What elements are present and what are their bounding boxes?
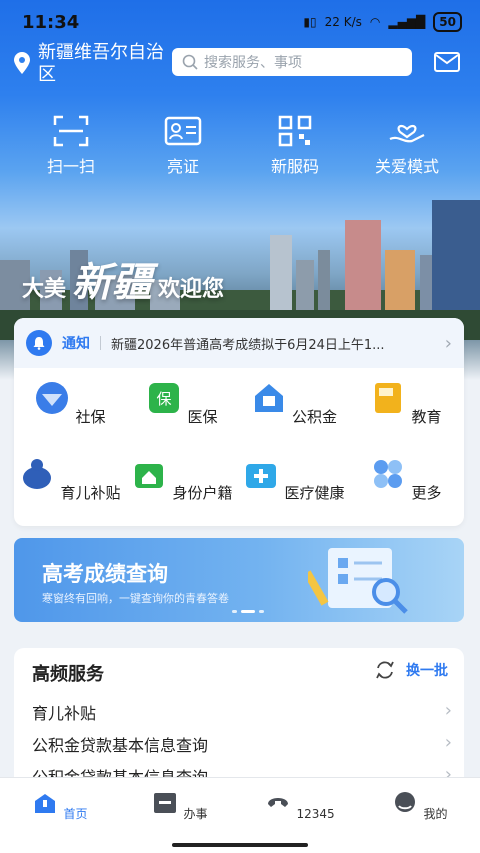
tab-profile[interactable]: 我的 bbox=[360, 778, 480, 853]
id-card-icon bbox=[164, 116, 202, 146]
quick-action-scan[interactable]: 扫一扫 bbox=[15, 115, 127, 177]
battery-icon: 50 bbox=[433, 12, 462, 32]
pagination-dot bbox=[232, 610, 237, 613]
tab-label: 首页 bbox=[63, 807, 88, 821]
quick-action-label: 新服码 bbox=[270, 157, 319, 176]
tab-hotline[interactable]: 12345 bbox=[240, 778, 360, 853]
refresh-label: 换一批 bbox=[406, 663, 448, 679]
tab-label: 12345 bbox=[296, 807, 335, 821]
service-medical-health[interactable]: 医疗健康 bbox=[238, 454, 350, 530]
medical-insurance-icon: 保 bbox=[149, 383, 180, 413]
section-title: 高频服务 bbox=[32, 664, 104, 685]
banner-pagination bbox=[232, 610, 264, 613]
household-registration-icon bbox=[135, 464, 164, 488]
pagination-dot-active bbox=[241, 610, 255, 613]
bottom-tab-bar: 首页 办事 12345 我的 bbox=[0, 777, 480, 853]
service-label: 公积金 bbox=[292, 408, 338, 426]
service-label: 社保 bbox=[75, 408, 106, 426]
quick-action-label: 扫一扫 bbox=[46, 157, 95, 176]
service-education[interactable]: 教育 bbox=[350, 378, 462, 454]
refresh-button[interactable]: 换一批 bbox=[374, 660, 448, 680]
banner-title: 高考成绩查询 bbox=[42, 562, 168, 586]
service-household-registration[interactable]: 身份户籍 bbox=[126, 454, 238, 530]
quick-action-label: 关爱模式 bbox=[374, 157, 439, 176]
chevron-right-icon: › bbox=[444, 732, 452, 753]
service-more[interactable]: 更多 bbox=[350, 454, 462, 530]
list-item[interactable]: 公积金贷款基本信息查询 › bbox=[32, 732, 452, 756]
service-label: 身份户籍 bbox=[172, 484, 233, 502]
quick-actions: 扫一扫 亮证 新服码 关爱模式 bbox=[0, 115, 480, 177]
service-label: 更多 bbox=[411, 484, 442, 502]
signal-icon: ▂▄▆█ bbox=[388, 15, 426, 29]
quick-action-label: 亮证 bbox=[166, 157, 199, 176]
services-card: 通知 新疆2026年普通高考成绩拟于6月24日上午1... › 社保 保 医保 … bbox=[14, 318, 464, 526]
pagination-dot bbox=[259, 610, 264, 613]
quick-action-care-mode[interactable]: 关爱模式 bbox=[351, 115, 463, 177]
list-item-label: 育儿补贴 bbox=[32, 704, 97, 723]
list-item[interactable]: 育儿补贴 › bbox=[32, 700, 452, 724]
search-placeholder: 搜索服务、事项 bbox=[204, 55, 302, 71]
status-icons: ▮▯ 22 K/s ◠ ▂▄▆█ 50 bbox=[303, 12, 462, 32]
welcome-right: 欢迎您 bbox=[158, 277, 225, 302]
service-label: 医保 bbox=[187, 408, 218, 426]
education-icon bbox=[375, 383, 402, 413]
social-security-icon bbox=[36, 382, 69, 414]
tab-tasks[interactable]: 办事 bbox=[120, 778, 240, 853]
search-icon bbox=[182, 54, 198, 70]
childcare-subsidy-icon bbox=[23, 459, 52, 489]
qr-code-icon bbox=[278, 115, 312, 147]
welcome-left: 大美 bbox=[22, 277, 67, 302]
chevron-right-icon: › bbox=[444, 700, 452, 721]
tab-home[interactable]: 首页 bbox=[0, 778, 120, 853]
service-label: 教育 bbox=[411, 408, 442, 426]
tab-label: 我的 bbox=[423, 807, 448, 821]
scan-icon bbox=[53, 115, 89, 147]
profile-icon bbox=[395, 792, 416, 812]
list-item-label: 公积金贷款基本信息查询 bbox=[32, 736, 209, 755]
home-icon bbox=[35, 794, 56, 813]
location-text: 新疆维吾尔自治区 bbox=[38, 42, 164, 85]
notice-tag: 通知 bbox=[62, 336, 90, 352]
status-bar: 11:34 ▮▯ 22 K/s ◠ ▂▄▆█ 50 bbox=[0, 0, 480, 44]
status-time: 11:34 bbox=[22, 12, 80, 33]
location-pin-icon bbox=[14, 52, 30, 74]
service-childcare-subsidy[interactable]: 育儿补贴 bbox=[14, 454, 126, 530]
notice-text: 新疆2026年普通高考成绩拟于6月24日上午1... bbox=[111, 337, 385, 353]
notice-divider bbox=[100, 336, 101, 350]
service-label: 医疗健康 bbox=[284, 484, 345, 502]
home-indicator bbox=[172, 843, 308, 847]
quick-action-show-id[interactable]: 亮证 bbox=[127, 115, 239, 177]
more-icon bbox=[374, 460, 403, 488]
quick-action-service-code[interactable]: 新服码 bbox=[239, 115, 351, 177]
medical-health-icon bbox=[246, 464, 277, 488]
mail-icon[interactable] bbox=[434, 52, 460, 72]
banner-subtitle: 寒窗终有回响，一键查询你的青春答卷 bbox=[42, 592, 229, 605]
bell-icon bbox=[26, 330, 52, 356]
housing-fund-icon bbox=[254, 384, 283, 412]
welcome-slogan: 大美 新疆 欢迎您 bbox=[22, 250, 224, 308]
net-speed: 22 K/s bbox=[324, 15, 362, 29]
svg-text:保: 保 bbox=[157, 390, 172, 408]
service-housing-fund[interactable]: 公积金 bbox=[238, 378, 350, 454]
refresh-icon bbox=[376, 661, 394, 679]
welcome-big: 新疆 bbox=[72, 259, 153, 306]
service-grid: 社保 保 医保 公积金 教育 育儿补贴 身份户籍 医疗健康 更多 bbox=[14, 368, 464, 530]
service-label: 育儿补贴 bbox=[60, 484, 121, 502]
care-mode-icon bbox=[389, 124, 425, 143]
exam-result-banner[interactable]: 高考成绩查询 寒窗终有回响，一键查询你的青春答卷 bbox=[14, 538, 464, 622]
search-input[interactable]: 搜索服务、事项 bbox=[172, 48, 412, 76]
vibrate-icon: ▮▯ bbox=[303, 15, 317, 29]
tasks-icon bbox=[154, 793, 177, 813]
service-social-security[interactable]: 社保 bbox=[14, 378, 126, 454]
exam-paper-illustration bbox=[308, 548, 408, 614]
frequent-services: 高频服务 换一批 育儿补贴 › 公积金贷款基本信息查询 › 公积金贷款基本信息查… bbox=[14, 648, 464, 788]
chevron-right-icon: › bbox=[444, 332, 452, 354]
service-medical-insurance[interactable]: 保 医保 bbox=[126, 378, 238, 454]
hotline-icon bbox=[268, 798, 289, 807]
tab-label: 办事 bbox=[183, 807, 208, 821]
wifi-icon: ◠ bbox=[369, 15, 381, 29]
location-selector[interactable]: 新疆维吾尔自治区 bbox=[14, 42, 168, 86]
notice-bar[interactable]: 通知 新疆2026年普通高考成绩拟于6月24日上午1... › bbox=[14, 318, 464, 368]
